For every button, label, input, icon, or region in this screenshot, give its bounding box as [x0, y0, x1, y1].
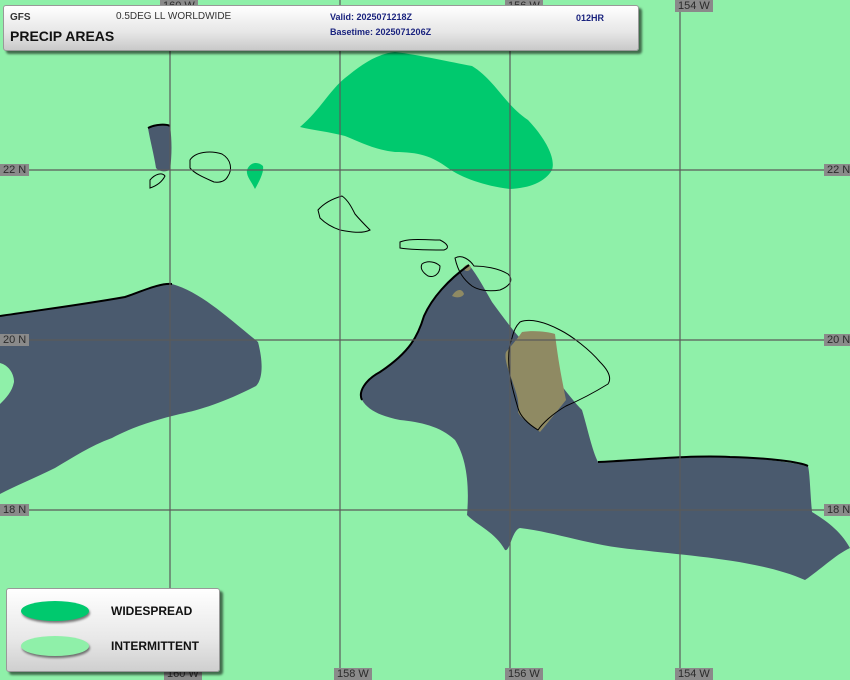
lat-label-right-20n: 20 N [824, 334, 850, 346]
lat-label-left-20n: 20 N [0, 334, 30, 346]
product-name: 0.5DEG LL WORLDWIDE [116, 11, 232, 22]
map-header-panel: GFS 0.5DEG LL WORLDWIDE PRECIP AREAS Val… [3, 5, 639, 51]
lat-label-right-18n: 18 N [824, 504, 850, 516]
lon-label-bottom-156w: 156 W [505, 668, 543, 680]
widespread-swatch [21, 601, 89, 621]
lat-label-right-22n: 22 N [824, 164, 850, 176]
lat-label-left-22n: 22 N [0, 164, 30, 176]
forecast-hour: 012HR [576, 13, 605, 23]
lat-label-left-18n: 18 N [0, 504, 30, 516]
intermittent-swatch [21, 636, 89, 656]
lon-label-bottom-158w: 158 W [334, 668, 372, 680]
legend-label-intermittent: INTERMITTENT [111, 639, 199, 653]
lon-label-top-154w: 154 W [675, 0, 713, 12]
legend-label-widespread: WIDESPREAD [111, 604, 193, 618]
base-time: Basetime: 2025071206Z [330, 27, 432, 37]
valid-time: Valid: 2025071218Z [330, 12, 413, 22]
map-title: PRECIP AREAS [10, 28, 115, 44]
precip-map[interactable] [0, 0, 850, 680]
legend-item-widespread: WIDESPREAD [17, 599, 207, 623]
legend-item-intermittent: INTERMITTENT [17, 634, 207, 658]
legend-panel: WIDESPREAD INTERMITTENT [6, 588, 220, 672]
model-name: GFS [10, 12, 31, 23]
lon-label-bottom-154w: 154 W [675, 668, 713, 680]
